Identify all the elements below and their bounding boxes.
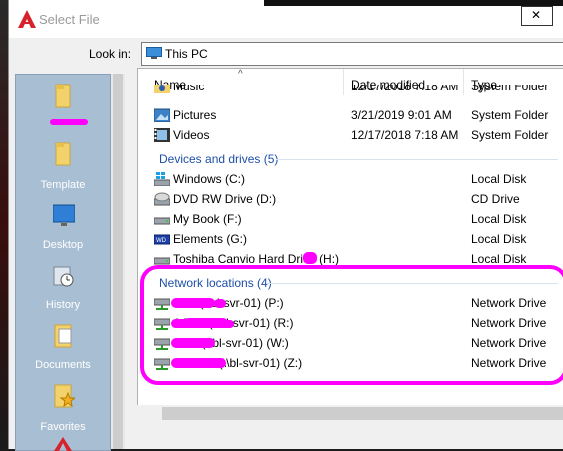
places-panel: Template Desktop History Documents Favor… [9,68,137,451]
list-item[interactable]: Windows (C:) Local Disk [138,169,563,189]
svg-text:WD: WD [156,238,167,244]
file-name: DVD RW Drive (D:) [173,192,277,206]
list-item[interactable]: My Book (F:) Local Disk [138,209,563,229]
videos-folder-icon [154,128,170,142]
place-label: Documents [35,359,91,371]
place-label: History [45,299,81,311]
group-divider [276,159,558,160]
list-item[interactable]: Videos 12/17/2018 7:18 AM System Folder [138,125,563,145]
desktop-icon [53,204,75,226]
select-file-dialog: Select File Look in: This PC Template [8,0,563,451]
look-in-value: This PC [165,47,208,61]
places-scrollbar-thumb[interactable] [113,74,123,449]
file-name: Windows (C:) [173,172,246,186]
places-list: Template Desktop History Documents Favor… [15,74,111,451]
this-pc-icon [146,47,162,59]
group-devices-and-drives[interactable]: Devices and drives (5) [138,149,563,169]
folder-icon [55,142,71,166]
title-bar: Select File [9,0,563,38]
file-type: CD Drive [471,192,520,206]
look-in-toolbar: Look in: This PC [9,38,563,68]
wd-drive-icon: WD [154,234,170,245]
list-item[interactable]: Music 12/17/2018 7:18 AM System Folder [138,85,563,97]
windows-drive-icon [154,172,170,186]
list-item[interactable]: DVD RW Drive (D:) CD Drive [138,189,563,209]
file-type: Local Disk [471,232,527,246]
folder-icon [55,84,71,108]
dialog-footer [137,422,563,449]
drive-icon [154,257,170,265]
sort-ascending-icon: ^ [238,69,243,80]
history-icon [53,266,74,287]
dvd-drive-icon [154,192,170,206]
redaction-mark [303,252,317,264]
redaction-mark [50,119,88,125]
file-date: 3/21/2019 9:01 AM [351,108,452,122]
places-scrollbar[interactable] [111,74,125,449]
horizontal-scrollbar[interactable] [137,405,563,422]
file-type: Local Disk [471,252,527,266]
music-folder-icon [154,85,170,93]
close-button[interactable] [521,6,553,26]
file-type: Local Disk [471,212,527,226]
favorites-icon [54,384,75,408]
autocad-icon [18,10,36,28]
background-window-strip [264,0,563,6]
file-type: System Folder [471,108,549,122]
window-title: Select File [39,12,100,27]
file-type: Local Disk [471,172,527,186]
group-title: Devices and drives (5) [159,152,279,166]
file-date: 12/17/2018 7:18 AM [351,85,459,93]
file-name: Videos [173,128,210,142]
horizontal-scrollbar-thumb[interactable] [162,407,563,420]
pictures-folder-icon [154,108,170,122]
file-type: System Folder [471,85,549,93]
file-date: 12/17/2018 7:18 AM [351,128,459,142]
place-label: Desktop [42,239,84,251]
look-in-label: Look in: [89,47,132,61]
file-name: Music [173,85,205,93]
file-name: My Book (F:) [173,212,242,226]
look-in-dropdown[interactable]: This PC [141,42,563,66]
drive-icon [154,217,170,225]
list-item[interactable]: Pictures 3/21/2019 9:01 AM System Folder [138,105,563,125]
file-name: Pictures [173,108,217,122]
file-name: Elements (G:) [173,232,248,246]
place-label: Template [40,179,86,191]
list-item[interactable]: WD Elements (G:) Local Disk [138,229,563,249]
documents-icon [54,324,72,348]
place-label: Favorites [40,421,86,433]
file-type: System Folder [471,128,549,142]
highlight-annotation [140,265,563,385]
